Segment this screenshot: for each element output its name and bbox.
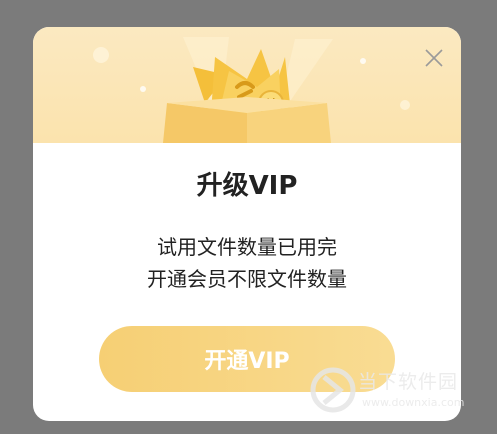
watermark: 当下软件园 www.downxia.com (310, 365, 490, 425)
description-line-1: 试用文件数量已用完 (157, 235, 337, 259)
hero-banner: ¥ (33, 27, 461, 143)
description-line-2: 开通会员不限文件数量 (147, 267, 347, 291)
treasure-box-illustration: ¥ (93, 37, 410, 143)
close-button[interactable] (423, 47, 445, 69)
watermark-logo-icon (310, 367, 356, 413)
upgrade-vip-dialog: ¥ 升级VIP 试用文件数量已用完 开通会员不限文件数量 开通VIP (33, 27, 461, 421)
close-icon (425, 49, 443, 67)
watermark-title: 当下软件园 (358, 371, 459, 393)
watermark-url: www.downxia.com (362, 396, 465, 409)
dialog-title: 升级VIP (196, 171, 298, 201)
